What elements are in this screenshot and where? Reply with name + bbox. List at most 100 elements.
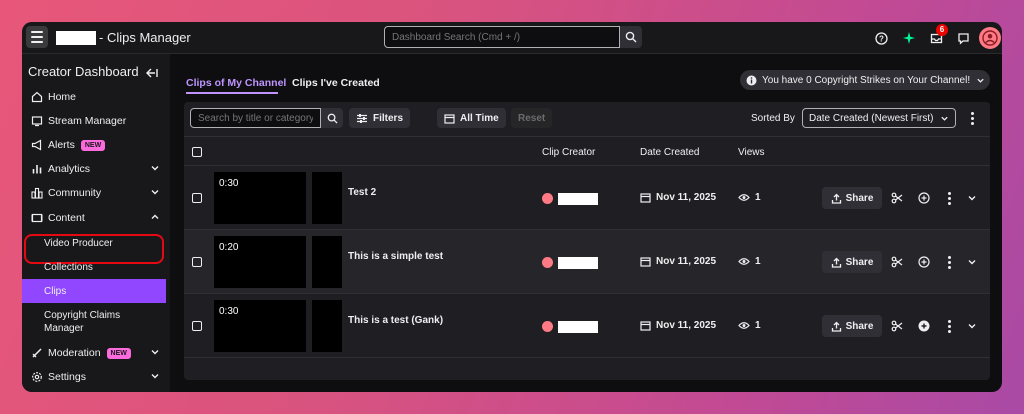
analytics-icon (30, 162, 44, 176)
sidebar-sub-video-producer[interactable]: Video Producer (44, 238, 113, 249)
tab-clips-of-my-channel[interactable]: Clips of My Channel (186, 77, 286, 89)
scissors-icon[interactable] (890, 191, 904, 205)
clip-title[interactable]: This is a simple test (348, 251, 443, 262)
sidebar-sub-copyright-claims[interactable]: Copyright Claims (44, 310, 120, 321)
community-icon (30, 186, 44, 200)
tab-clips-ive-created[interactable]: Clips I've Created (292, 77, 380, 89)
clip-thumbnail[interactable]: 0:30 (214, 172, 306, 224)
dashboard-search-input[interactable] (384, 26, 620, 48)
notification-badge: 6 (936, 24, 948, 36)
table-row[interactable]: 0:20 This is a simple test Nov 11, 2025 … (184, 230, 990, 294)
add-to-collection-icon[interactable] (917, 319, 931, 333)
share-icon (831, 257, 841, 268)
clip-thumbnail-secondary (312, 172, 342, 224)
more-options-icon[interactable] (971, 112, 974, 125)
row-more-options-icon[interactable] (948, 192, 951, 205)
eye-icon (738, 258, 750, 265)
sidebar-item-analytics[interactable]: Analytics (22, 158, 170, 180)
sidebar-item-alerts[interactable]: Alerts NEW (22, 134, 170, 156)
share-button[interactable]: Share (822, 251, 882, 273)
row-checkbox[interactable] (192, 321, 202, 331)
sidebar: Creator Dashboard Home Stream Manager Al… (22, 54, 170, 392)
app-title: - Clips Manager (99, 30, 191, 45)
expand-chevron-icon[interactable] (965, 319, 979, 333)
sliders-icon (357, 113, 367, 123)
clip-views: 1 (738, 320, 761, 331)
chevron-down-icon (941, 116, 948, 121)
redacted-creator-name (558, 257, 598, 269)
table-row[interactable]: 0:30 This is a test (Gank) Nov 11, 2025 … (184, 294, 990, 358)
sidebar-item-community[interactable]: Community (22, 182, 170, 204)
clip-date: Nov 11, 2025 (640, 192, 716, 203)
column-header-date-created[interactable]: Date Created (640, 147, 699, 158)
clip-thumbnail[interactable]: 0:30 (214, 300, 306, 352)
sidebar-sub-clips[interactable]: Clips (44, 286, 66, 297)
active-tab-underline (186, 92, 278, 94)
reset-button[interactable]: Reset (511, 108, 553, 128)
clip-title[interactable]: Test 2 (348, 187, 376, 198)
eye-icon (738, 322, 750, 329)
collapse-sidebar-icon[interactable] (146, 65, 158, 83)
filters-button[interactable]: Filters (349, 108, 411, 128)
redacted-creator-name (558, 193, 598, 205)
table-row[interactable]: 0:30 Test 2 Nov 11, 2025 1 Share (184, 166, 990, 230)
row-checkbox[interactable] (192, 193, 202, 203)
calendar-icon (444, 113, 455, 124)
search-button[interactable] (620, 26, 642, 48)
scissors-icon[interactable] (890, 255, 904, 269)
column-header-clip-creator[interactable]: Clip Creator (542, 147, 595, 158)
sidebar-item-stream-manager[interactable]: Stream Manager (22, 110, 170, 132)
expand-chevron-icon[interactable] (965, 191, 979, 205)
help-icon[interactable]: ? (873, 30, 889, 46)
eye-icon (738, 194, 750, 201)
clip-search-button[interactable] (321, 108, 343, 128)
sidebar-header: Creator Dashboard (28, 64, 139, 79)
sidebar-sub-collections[interactable]: Collections (44, 262, 93, 273)
gear-icon (30, 370, 44, 384)
creator-avatar-icon (542, 193, 553, 204)
sidebar-item-home[interactable]: Home (22, 86, 170, 108)
redacted-creator-name (558, 321, 598, 333)
whisper-icon[interactable] (955, 30, 971, 46)
info-icon (746, 75, 757, 86)
clip-date: Nov 11, 2025 (640, 320, 716, 331)
column-header-views[interactable]: Views (738, 147, 765, 158)
clip-views: 1 (738, 192, 761, 203)
share-button[interactable]: Share (822, 187, 882, 209)
chevron-down-icon (150, 371, 160, 384)
add-to-collection-icon[interactable] (917, 255, 931, 269)
add-to-collection-icon[interactable] (917, 191, 931, 205)
search-icon (327, 113, 338, 124)
select-all-checkbox[interactable] (192, 147, 202, 157)
expand-chevron-icon[interactable] (965, 255, 979, 269)
clip-thumbnail-secondary (312, 300, 342, 352)
all-time-button[interactable]: All Time (437, 108, 506, 128)
creator-avatar-icon (542, 321, 553, 332)
copyright-strikes-dropdown[interactable]: You have 0 Copyright Strikes on Your Cha… (740, 70, 990, 90)
sidebar-sub-copyright-manager[interactable]: Manager (44, 323, 83, 334)
svg-text:?: ? (879, 34, 884, 43)
chevron-up-icon (150, 212, 160, 225)
clip-search-input[interactable] (190, 108, 321, 128)
hamburger-menu-button[interactable] (26, 26, 48, 48)
sort-select[interactable]: Date Created (Newest First) (802, 108, 956, 128)
sidebar-item-settings[interactable]: Settings (22, 366, 170, 388)
row-checkbox[interactable] (192, 257, 202, 267)
sparkle-icon[interactable] (901, 30, 917, 46)
top-bar: - Clips Manager ? 6 (22, 22, 1002, 54)
sidebar-item-moderation[interactable]: Moderation NEW (22, 342, 170, 364)
user-icon (982, 30, 998, 46)
megaphone-icon (30, 138, 44, 152)
sidebar-item-label: Community (48, 187, 102, 199)
share-button[interactable]: Share (822, 315, 882, 337)
clip-thumbnail[interactable]: 0:20 (214, 236, 306, 288)
home-icon (30, 90, 44, 104)
clip-title[interactable]: This is a test (Gank) (348, 315, 443, 326)
avatar[interactable] (979, 27, 1001, 49)
row-more-options-icon[interactable] (948, 256, 951, 269)
clips-panel: Filters All Time Reset Sorted By Date Cr… (184, 102, 990, 380)
sorted-by-label: Sorted By (751, 113, 795, 124)
sidebar-item-content[interactable]: Content (22, 207, 170, 229)
scissors-icon[interactable] (890, 319, 904, 333)
row-more-options-icon[interactable] (948, 320, 951, 333)
